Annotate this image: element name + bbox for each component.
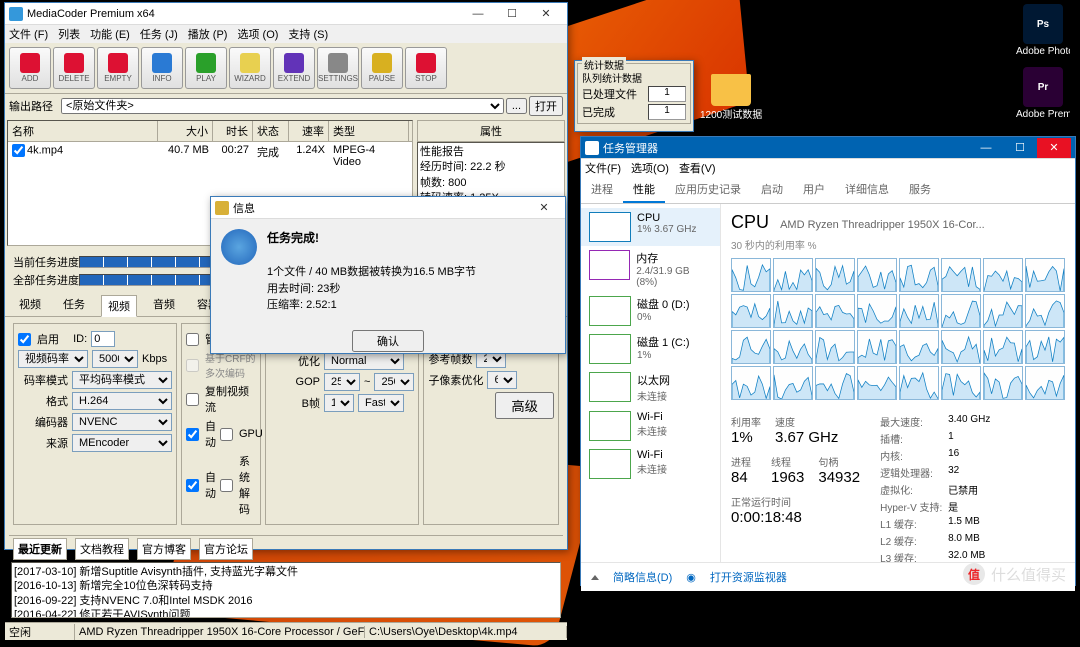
- close-button[interactable]: ✕: [527, 198, 561, 218]
- menu-item[interactable]: 列表: [58, 26, 80, 42]
- empty-button[interactable]: EMPTY: [97, 47, 139, 89]
- format-select[interactable]: H.264: [72, 392, 172, 410]
- settings-tab[interactable]: 任务: [57, 294, 91, 316]
- folder-icon: [711, 74, 751, 106]
- extend-button[interactable]: EXTEND: [273, 47, 315, 89]
- menu-item[interactable]: 文件(F): [585, 160, 621, 176]
- resource-disk0[interactable]: 磁盘 0 (D:)0%: [581, 292, 720, 330]
- outpath-select[interactable]: <原始文件夹>: [61, 98, 504, 114]
- minimize-button[interactable]: —: [461, 4, 495, 24]
- monitor-link[interactable]: 打开资源监视器: [710, 569, 787, 585]
- delete-button[interactable]: DELETE: [53, 47, 95, 89]
- tm-tab[interactable]: 启动: [751, 177, 793, 203]
- news-tab[interactable]: 官方论坛: [199, 538, 253, 560]
- id-input[interactable]: [91, 331, 115, 347]
- outpath-open-button[interactable]: 打开: [529, 96, 563, 116]
- desktop-icon-premiere[interactable]: Pr Adobe Premiere: [1016, 67, 1070, 120]
- settings-button[interactable]: SETTINGS: [317, 47, 359, 89]
- close-button[interactable]: ✕: [529, 4, 563, 24]
- menu-item[interactable]: 选项 (O): [237, 26, 278, 42]
- taskmanager-window: 任务管理器 — ☐ ✕ 文件(F)选项(O)查看(V) 进程性能应用历史记录启动…: [580, 136, 1076, 586]
- info-icon: [215, 201, 229, 215]
- cpu-model: AMD Ryzen Threadripper 1950X 16-Cor...: [780, 219, 985, 231]
- settings-tab[interactable]: 视频: [13, 294, 47, 316]
- resource-disk1[interactable]: 磁盘 1 (C:)1%: [581, 330, 720, 368]
- menu-item[interactable]: 功能 (E): [90, 26, 130, 42]
- file-checkbox[interactable]: [12, 144, 25, 157]
- menu-item[interactable]: 任务 (J): [140, 26, 178, 42]
- file-row[interactable]: 4k.mp4 40.7 MB 00:27 完成 1.24X MPEG-4 Vid…: [8, 142, 412, 170]
- wizard-button[interactable]: WIZARD: [229, 47, 271, 89]
- rate-mode-select[interactable]: 平均码率模式: [72, 371, 172, 389]
- menu-item[interactable]: 支持 (S): [288, 26, 328, 42]
- minimize-button[interactable]: —: [969, 138, 1003, 158]
- advanced-button[interactable]: 高级: [495, 392, 554, 419]
- news-tab[interactable]: 最近更新: [13, 538, 67, 560]
- resource-wifi2[interactable]: Wi-Fi未连接: [581, 445, 720, 483]
- pause-button[interactable]: PAUSE: [361, 47, 403, 89]
- brief-link[interactable]: 简略信息(D): [613, 569, 672, 585]
- maximize-button[interactable]: ☐: [1003, 138, 1037, 158]
- tm-tab[interactable]: 应用历史记录: [665, 177, 751, 203]
- rate-value[interactable]: 5000: [92, 350, 138, 368]
- watermark: 值 什么值得买: [963, 563, 1066, 585]
- ok-button[interactable]: 确认: [352, 330, 424, 352]
- tm-tab[interactable]: 服务: [899, 177, 941, 203]
- settings-tab[interactable]: 视频: [101, 295, 137, 317]
- menu-item[interactable]: 查看(V): [679, 160, 716, 176]
- news-tab[interactable]: 官方博客: [137, 538, 191, 560]
- outpath-label: 输出路径: [9, 98, 59, 114]
- add-button[interactable]: ADD: [9, 47, 51, 89]
- resource-wifi1[interactable]: Wi-Fi未连接: [581, 407, 720, 445]
- dialog-heading: 任务完成!: [267, 231, 319, 245]
- desktop-folder[interactable]: 1200测试数据: [700, 74, 762, 121]
- menu-item[interactable]: 选项(O): [631, 160, 669, 176]
- outpath-browse-button[interactable]: ...: [506, 98, 527, 114]
- info-dialog: 信息 ✕ 任务完成! 1个文件 / 40 MB数据被转换为16.5 MB字节 用…: [210, 196, 566, 354]
- tm-tab[interactable]: 进程: [581, 177, 623, 203]
- enable-checkbox[interactable]: [18, 333, 31, 346]
- window-title: MediaCoder Premium x64: [27, 8, 461, 20]
- chevron-up-icon: [591, 575, 599, 580]
- resource-eth[interactable]: 以太网未连接: [581, 368, 720, 407]
- taskmgr-icon: [585, 141, 599, 155]
- source-select[interactable]: MEncoder: [72, 434, 172, 452]
- tm-tab[interactable]: 详细信息: [835, 177, 899, 203]
- settings-tab[interactable]: 音频: [147, 294, 181, 316]
- resource-cpu[interactable]: CPU1% 3.67 GHz: [581, 208, 720, 246]
- resource-mem[interactable]: 内存2.4/31.9 GB (8%): [581, 246, 720, 292]
- stop-button[interactable]: STOP: [405, 47, 447, 89]
- close-button[interactable]: ✕: [1037, 138, 1071, 158]
- mediacoder-icon: [9, 7, 23, 21]
- play-button[interactable]: PLAY: [185, 47, 227, 89]
- info-button[interactable]: INFO: [141, 47, 183, 89]
- tm-tab[interactable]: 用户: [793, 177, 835, 203]
- prop-header: 属性: [417, 120, 565, 142]
- rate-select[interactable]: 视频码率: [18, 350, 88, 368]
- news-tab[interactable]: 文档教程: [75, 538, 129, 560]
- stats-window: 统计数据 队列统计数据 已处理文件1 已完成1: [574, 60, 694, 132]
- menu-item[interactable]: 播放 (P): [188, 26, 228, 42]
- encoder-select[interactable]: NVENC: [72, 413, 172, 431]
- task-done-icon: [221, 229, 257, 265]
- desktop-icon-photoshop[interactable]: Ps Adobe Photoshop: [1016, 4, 1070, 57]
- maximize-button[interactable]: ☐: [495, 4, 529, 24]
- tm-tab[interactable]: 性能: [623, 177, 665, 203]
- watermark-icon: 值: [963, 563, 985, 585]
- cpu-heading: CPU: [731, 212, 769, 232]
- cpu-graph-grid: [731, 258, 1065, 400]
- menu-item[interactable]: 文件 (F): [9, 26, 48, 42]
